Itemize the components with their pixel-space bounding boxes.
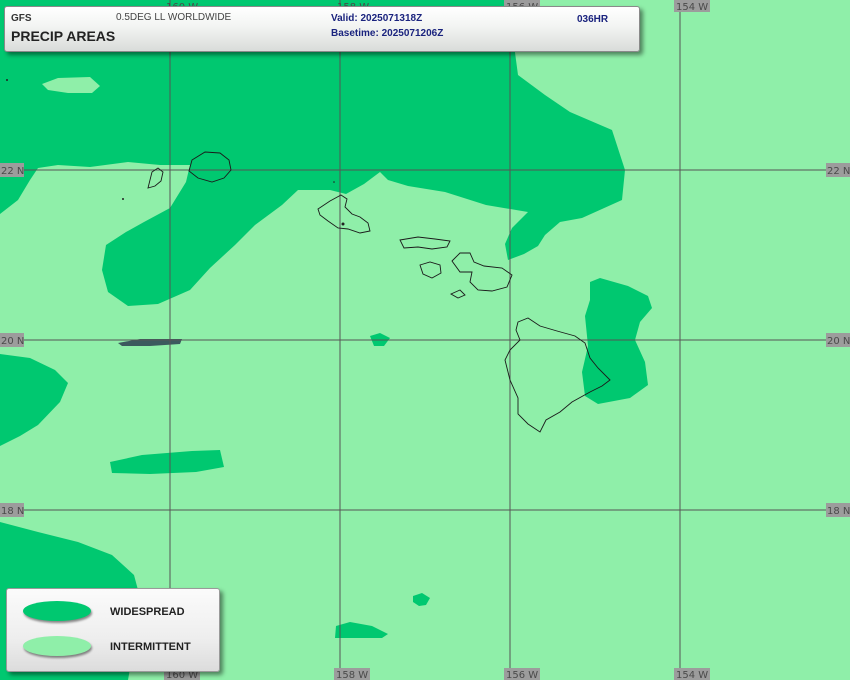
- lon-label-158w-bottom: 158 W: [336, 670, 368, 680]
- lat-label-20n-right: 20 N: [827, 336, 850, 347]
- lat-label-18n-left: 18 N: [1, 506, 24, 517]
- widespread-swatch-icon: [23, 601, 91, 621]
- lon-label-154w-top: 154 W: [676, 2, 708, 13]
- base-time: Basetime: 2025071206Z: [331, 28, 444, 39]
- legend-item-widespread: WIDESPREAD: [7, 598, 219, 628]
- legend-panel: WIDESPREAD INTERMITTENT: [6, 588, 220, 672]
- lat-label-22n-right: 22 N: [827, 166, 850, 177]
- legend-label-widespread: WIDESPREAD: [110, 606, 185, 618]
- model-name: GFS: [11, 13, 32, 24]
- legend-label-intermittent: INTERMITTENT: [110, 641, 191, 653]
- intermittent-swatch-icon: [23, 636, 91, 656]
- lon-label-156w-bottom: 156 W: [506, 670, 538, 680]
- precip-map: 22 N 22 N 20 N 20 N 18 N 18 N 154 W 156 …: [0, 0, 850, 680]
- valid-time: Valid: 2025071318Z: [331, 13, 423, 24]
- grid-resolution: 0.5DEG LL WORLDWIDE: [116, 12, 232, 23]
- lon-label-154w-bottom: 154 W: [676, 670, 708, 680]
- map-header-panel: GFS 0.5DEG LL WORLDWIDE PRECIP AREAS Val…: [4, 6, 640, 52]
- lat-label-22n-left: 22 N: [1, 166, 24, 177]
- forecast-hour: 036HR: [577, 14, 609, 25]
- legend-item-intermittent: INTERMITTENT: [7, 633, 219, 663]
- lat-label-18n-right: 18 N: [827, 506, 850, 517]
- product-title: PRECIP AREAS: [11, 28, 116, 44]
- lat-label-20n-left: 20 N: [1, 336, 24, 347]
